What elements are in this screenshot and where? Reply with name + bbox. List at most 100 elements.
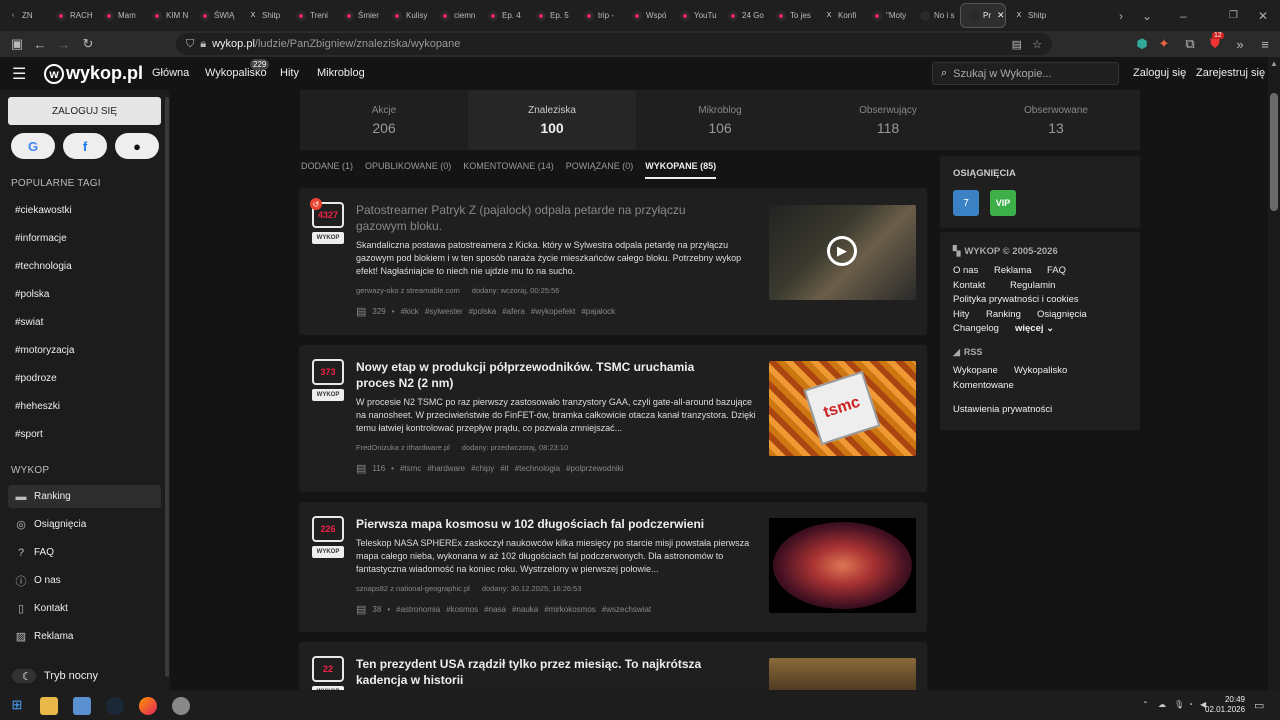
scrollbar-thumb[interactable] xyxy=(1270,93,1278,211)
tag-item[interactable]: #informacje xyxy=(15,233,67,244)
app-icon[interactable] xyxy=(172,697,190,715)
tag-item[interactable]: #ciekawostki xyxy=(15,205,72,216)
more-links-dropdown[interactable]: więcej ⌄ xyxy=(1015,323,1054,334)
tag-link[interactable]: #sylwester xyxy=(425,307,463,316)
scroll-up-icon[interactable]: ▲ xyxy=(1270,59,1278,68)
browser-tab[interactable]: Wspó xyxy=(624,0,672,31)
browser-tab[interactable]: ‹ ZN xyxy=(0,0,48,31)
stat-akcje[interactable]: Akcje 206 xyxy=(300,90,468,150)
login-link[interactable]: Zaloguj się xyxy=(1133,67,1186,79)
tag-item[interactable]: #motoryzacja xyxy=(15,345,74,356)
browser-tab[interactable]: Śmier xyxy=(336,0,384,31)
steam-icon[interactable] xyxy=(106,697,124,715)
apple-login-icon[interactable]: ● xyxy=(115,133,159,159)
footer-link[interactable]: Osiągnięcia xyxy=(1037,309,1087,320)
tag-link[interactable]: #technologia xyxy=(515,464,560,473)
tag-link[interactable]: #chipy xyxy=(471,464,494,473)
tab-komentowane[interactable]: KOMENTOWANE (14) xyxy=(463,161,554,179)
tab-dodane[interactable]: DODANE (1) xyxy=(301,161,353,179)
link-thumbnail[interactable] xyxy=(769,518,916,613)
browser-tab[interactable]: Kulisy xyxy=(384,0,432,31)
browser-tab[interactable]: ŚWIĄ xyxy=(192,0,240,31)
sidebar-item-osiagniecia[interactable]: ◎ Osiągnięcia xyxy=(8,513,161,536)
comment-icon[interactable]: ▤ xyxy=(356,462,366,475)
tag-link[interactable]: #wykopefekt xyxy=(531,307,575,316)
browser-tab[interactable]: KIM N xyxy=(144,0,192,31)
start-icon[interactable]: ⊞ xyxy=(8,697,26,715)
tag-link[interactable]: #kick xyxy=(401,307,419,316)
tag-link[interactable]: #polprzewodniki xyxy=(566,464,623,473)
play-icon[interactable]: ▶ xyxy=(827,236,857,266)
bookmark-star-icon[interactable]: ☆ xyxy=(1032,38,1042,51)
browser-tab[interactable]: Pr ✕ xyxy=(960,3,1006,28)
comment-count[interactable]: 38 xyxy=(372,605,381,614)
browser-tab[interactable]: RACH xyxy=(48,0,96,31)
overflow-menu-icon[interactable]: » xyxy=(1228,37,1252,52)
sidebar-item-reklama[interactable]: ▨ Reklama xyxy=(8,625,161,648)
comment-icon[interactable]: ▤ xyxy=(356,305,366,318)
link-author[interactable]: sznaps82 z national-geographic.pl xyxy=(356,584,470,593)
sidebar-item-kontakt[interactable]: ▯ Kontakt xyxy=(8,597,161,620)
register-link[interactable]: Zarejestruj się xyxy=(1196,67,1265,79)
night-mode-toggle[interactable]: ☾ Tryb nocny xyxy=(12,669,98,683)
stat-znaleziska[interactable]: Znaleziska 100 xyxy=(468,90,636,150)
browser-tab[interactable]: Ep. 5 xyxy=(528,0,576,31)
restore-window-icon[interactable]: ❐ xyxy=(1229,0,1238,31)
tag-link[interactable]: #nauka xyxy=(512,605,538,614)
reload-icon[interactable]: ↻ xyxy=(76,36,100,52)
tab-list-chevron-icon[interactable]: ⌄ xyxy=(1142,0,1152,31)
footer-link[interactable]: O nas xyxy=(953,265,978,276)
browser-tab[interactable]: YouTu xyxy=(672,0,720,31)
footer-link[interactable]: Ranking xyxy=(986,309,1021,320)
monitor-app-icon[interactable] xyxy=(73,697,91,715)
tag-link[interactable]: #tsmc xyxy=(400,464,421,473)
sidebar-item-ranking[interactable]: ▬ Ranking xyxy=(8,485,161,508)
minimize-window-icon[interactable]: – xyxy=(1180,0,1187,31)
tag-link[interactable]: #kosmos xyxy=(446,605,478,614)
nav-glowna[interactable]: Główna xyxy=(152,67,189,79)
sidebar-item-o-nas[interactable]: ⓘ O nas xyxy=(8,569,161,592)
tag-item[interactable]: #sport xyxy=(15,429,43,440)
link-title[interactable]: Patostreamer Patryk Z (pajalock) odpala … xyxy=(356,202,736,234)
facebook-login-icon[interactable]: f xyxy=(63,133,107,159)
sidebar-scrollbar[interactable] xyxy=(165,97,169,677)
rss-link[interactable]: Wykopane xyxy=(953,365,998,376)
file-explorer-icon[interactable] xyxy=(40,697,58,715)
forward-icon[interactable]: → xyxy=(52,37,76,52)
tag-link[interactable]: #afera xyxy=(502,307,525,316)
wykop-logo[interactable]: w wykop.pl xyxy=(44,63,143,84)
tag-link[interactable]: #hardware xyxy=(427,464,465,473)
browser-tab[interactable]: ciemn xyxy=(432,0,480,31)
tag-item[interactable]: #swiat xyxy=(15,317,43,328)
vote-count[interactable]: 22 xyxy=(312,656,344,682)
calendar-badge-icon[interactable]: 7 xyxy=(953,190,979,216)
shield-extension-icon[interactable]: ⬢ xyxy=(1130,36,1154,52)
address-bar[interactable]: ⛉ 🔒︎ wykop.pl/ludzie/PanZbigniew/znalezi… xyxy=(176,33,1052,55)
sidebar-login-button[interactable]: ZALOGUJ SIĘ xyxy=(8,97,161,125)
menu-icon[interactable]: ☰ xyxy=(12,64,26,84)
tag-link[interactable]: #polska xyxy=(469,307,497,316)
tab-overview-icon[interactable]: ▣ xyxy=(5,36,29,52)
stat-mikroblog[interactable]: Mikroblog 106 xyxy=(636,90,804,150)
browser-tab[interactable]: X Shitp xyxy=(240,0,288,31)
site-info-icon[interactable]: ⛉ xyxy=(186,38,194,51)
link-author[interactable]: FredOnizuka z ithardware.pl xyxy=(356,443,450,452)
tab-scroll-right-icon[interactable]: › xyxy=(1119,0,1123,31)
back-icon[interactable]: ← xyxy=(28,37,52,52)
close-tab-icon[interactable]: ✕ xyxy=(997,10,1005,21)
page-scrollbar[interactable]: ▲ xyxy=(1268,57,1280,690)
stat-obserwujacy[interactable]: Obserwujący 118 xyxy=(804,90,972,150)
notifications-icon[interactable]: ▭ xyxy=(1254,699,1264,712)
vote-count[interactable]: 373 xyxy=(312,359,344,385)
wykop-button[interactable]: WYKOP xyxy=(312,389,344,401)
wifi-icon[interactable]: ◔ xyxy=(1188,700,1193,709)
vote-count[interactable]: 226 xyxy=(312,516,344,542)
comment-icon[interactable]: ▤ xyxy=(356,603,366,616)
extensions-puzzle-icon[interactable]: ⧉ xyxy=(1178,36,1202,52)
browser-tab[interactable]: No i s xyxy=(912,0,960,31)
browser-tab[interactable]: "Moty xyxy=(864,0,912,31)
microphone-icon[interactable]: 🎙︎ xyxy=(1174,700,1184,709)
rss-link[interactable]: Komentowane xyxy=(953,380,1014,391)
rss-link[interactable]: Wykopalisko xyxy=(1014,365,1067,376)
browser-tab[interactable]: Treni xyxy=(288,0,336,31)
